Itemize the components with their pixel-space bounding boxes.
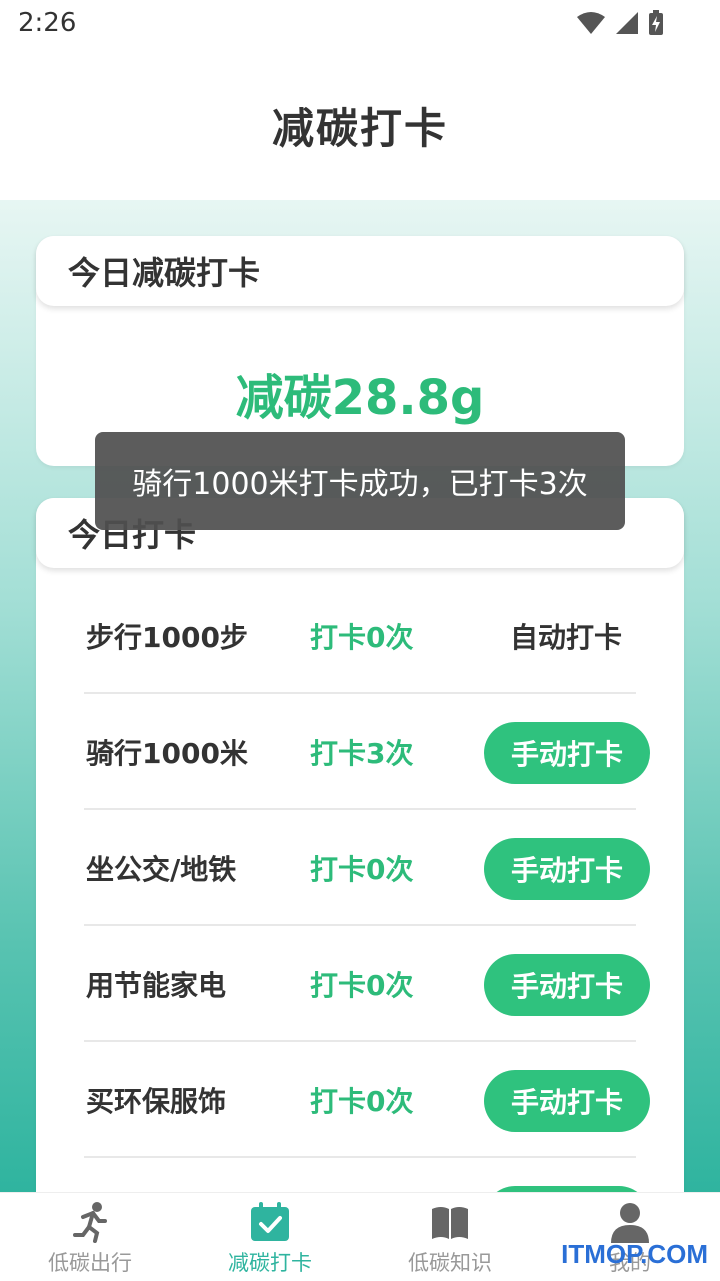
nav-item-carbon-checkin[interactable]: 减碳打卡 <box>180 1193 360 1281</box>
checkin-row-clothing: 买环保服饰 打卡0次 手动打卡 <box>84 1042 650 1158</box>
checkin-count: 打卡0次 <box>310 621 414 654</box>
running-icon <box>69 1201 111 1243</box>
activity-name: 用节能家电 <box>86 969 227 1002</box>
signal-icon <box>616 12 638 34</box>
app-header: 减碳打卡 <box>0 50 720 200</box>
activity-name: 骑行1000米 <box>86 737 248 770</box>
status-icons <box>576 10 664 36</box>
manual-checkin-button[interactable]: 手动打卡 <box>484 954 650 1016</box>
today-checkin-card: 今日打卡 步行1000步 打卡0次 自动打卡 骑行1000米 打卡3次 手动打卡… <box>36 498 684 1192</box>
auto-checkin-label: 自动打卡 <box>510 621 623 654</box>
nav-label: 低碳知识 <box>408 1251 492 1275</box>
activity-name: 坐公交/地铁 <box>86 853 237 886</box>
status-bar: 2:26 <box>0 0 720 50</box>
checkin-count: 打卡3次 <box>310 737 414 770</box>
wifi-icon <box>577 12 605 34</box>
person-icon <box>609 1201 651 1243</box>
activity-name: 买环保服饰 <box>86 1085 227 1118</box>
nav-label: 减碳打卡 <box>228 1251 312 1275</box>
calendar-check-icon <box>249 1201 291 1243</box>
page-title: 减碳打卡 <box>271 103 448 153</box>
nav-label: 低碳出行 <box>48 1251 132 1275</box>
manual-checkin-button[interactable]: 手动打卡 <box>484 838 650 900</box>
checkin-count: 打卡0次 <box>310 853 414 886</box>
checkin-count: 打卡0次 <box>310 1085 414 1118</box>
status-time: 2:26 <box>18 8 77 38</box>
watermark: ITMOP.COM <box>561 1239 708 1269</box>
nav-item-low-carbon-travel[interactable]: 低碳出行 <box>0 1193 180 1281</box>
today-carbon-card-title: 今日减碳打卡 <box>36 236 684 306</box>
manual-checkin-button[interactable]: 手动打卡 <box>484 1070 650 1132</box>
checkin-row-transit: 坐公交/地铁 打卡0次 手动打卡 <box>84 810 650 926</box>
book-icon <box>429 1201 471 1243</box>
checkin-count: 打卡0次 <box>310 969 414 1002</box>
checkin-row-appliances: 用节能家电 打卡0次 手动打卡 <box>84 926 650 1042</box>
activity-name: 步行1000步 <box>86 621 248 654</box>
checkin-row-walk: 步行1000步 打卡0次 自动打卡 <box>84 578 636 694</box>
nav-item-low-carbon-knowledge[interactable]: 低碳知识 <box>360 1193 540 1281</box>
battery-icon <box>649 10 663 35</box>
manual-checkin-button[interactable]: 手动打卡 <box>484 722 650 784</box>
toast-message: 骑行1000米打卡成功，已打卡3次 <box>95 432 625 530</box>
content-area: 今日减碳打卡 减碳28.8g 今日打卡 步行1000步 打卡0次 自动打卡 骑行… <box>0 200 720 1192</box>
checkin-row-cycling: 骑行1000米 打卡3次 手动打卡 <box>84 694 650 810</box>
carbon-reduction-value: 减碳28.8g <box>235 370 485 426</box>
